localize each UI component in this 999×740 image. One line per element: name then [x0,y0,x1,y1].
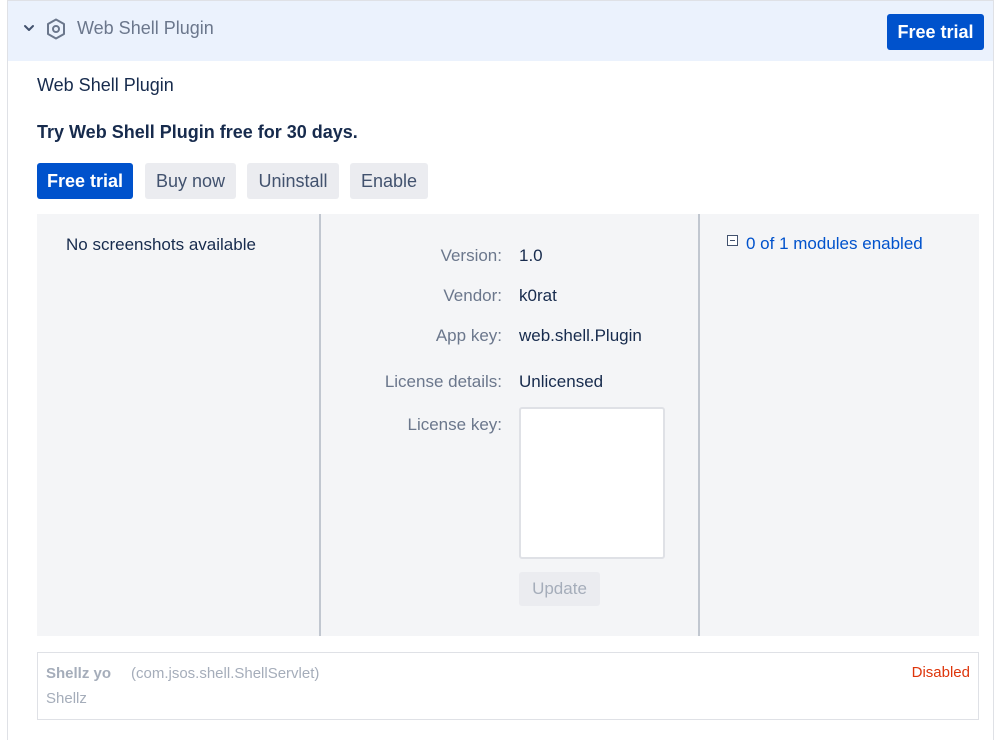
update-button[interactable]: Update [519,572,600,606]
column-divider [698,214,700,636]
plugin-card: Web Shell Plugin Free trial Web Shell Pl… [7,0,994,740]
chevron-down-icon[interactable] [22,21,36,35]
plugin-details-panel: No screenshots available Version: 1.0 Ve… [37,214,979,636]
plugin-name: Web Shell Plugin [37,75,174,95]
vendor-label: Vendor: [443,286,502,305]
module-name: Shellz yo [46,665,112,682]
free-trial-button[interactable]: Free trial [37,163,133,199]
app-key-label: App key: [435,326,502,345]
enable-button[interactable]: Enable [350,163,428,199]
hexagon-plugin-icon [46,18,66,40]
license-key-input[interactable] [519,407,665,559]
module-row: Shellz yo (com.jsos.shell.ShellServlet) … [37,652,979,720]
module-key: (com.jsos.shell.ShellServlet) [131,665,320,682]
license-key-label: License key: [407,415,503,434]
license-details-value: Unlicensed [519,372,604,391]
app-key-value: web.shell.Plugin [519,326,642,345]
header-free-trial-button[interactable]: Free trial [887,14,984,50]
buy-now-button[interactable]: Buy now [145,163,236,199]
collapse-minus-icon[interactable] [727,235,738,246]
version-label: Version: [440,246,502,265]
modules-enabled-link[interactable]: 0 of 1 modules enabled [746,234,923,254]
vendor-value: k0rat [519,286,557,305]
license-details-label: License details: [384,372,502,391]
trial-message: Try Web Shell Plugin free for 30 days. [37,122,358,142]
module-description: Shellz [46,690,87,707]
column-divider [319,214,321,636]
plugin-header[interactable]: Web Shell Plugin Free trial [8,1,993,61]
uninstall-button[interactable]: Uninstall [247,163,339,199]
version-value: 1.0 [519,246,543,265]
no-screenshots-text: No screenshots available [66,235,256,254]
plugin-header-title: Web Shell Plugin [77,18,214,38]
module-status-badge: Disabled [911,664,970,681]
